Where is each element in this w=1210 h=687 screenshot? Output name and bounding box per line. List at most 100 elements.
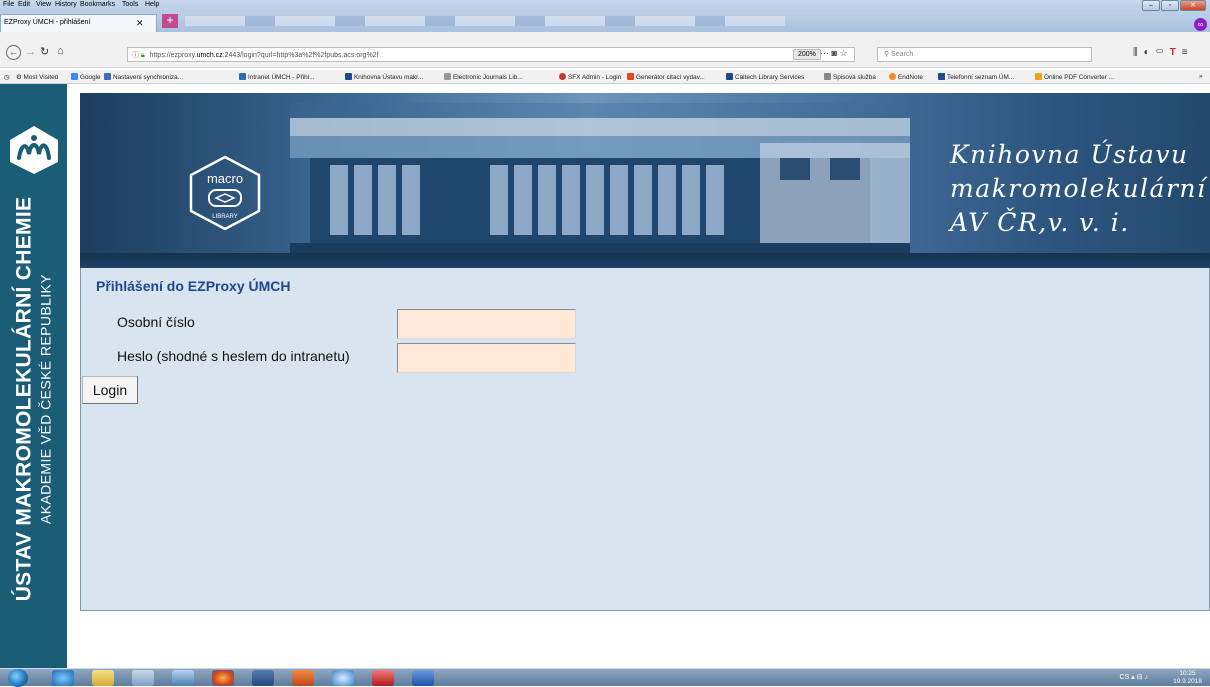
page-actions: ··· ◙ ☆ <box>820 48 848 59</box>
institute-sidebar: ÚSTAV MAKROMOLEKULÁRNÍ CHEMIE AKADEMIE V… <box>0 84 67 668</box>
library-icon[interactable]: ⫼ <box>1133 47 1144 58</box>
institute-name-line2: AKADEMIE VĚD ČESKÉ REPUBLIKY <box>37 273 54 525</box>
macro-library-logo: macro LIBRARY <box>189 155 261 231</box>
word-icon[interactable] <box>412 670 434 686</box>
url-prefix: https://ezproxy. <box>149 52 197 59</box>
reload-icon[interactable]: ↻ <box>40 45 49 58</box>
background-tabs <box>185 16 785 26</box>
paint-icon[interactable] <box>172 670 194 686</box>
ghostery-icon[interactable]: ◐ <box>1144 47 1156 58</box>
bookmark-nastaveni[interactable]: Nastavení synchroniza... <box>104 73 183 81</box>
banner-bottom-strip <box>80 253 1210 268</box>
bookmark-endnote[interactable]: EndNote <box>889 73 923 81</box>
extension-icon[interactable]: ∞ <box>1194 18 1207 31</box>
history-icon[interactable]: ◷ <box>4 73 10 81</box>
clock-time: 10:25 <box>1179 670 1196 677</box>
forward-arrow-icon[interactable]: → <box>25 46 36 58</box>
lock-icon: 🔒︎ <box>140 52 145 59</box>
institute-name-line1: ÚSTAV MAKROMOLEKULÁRNÍ CHEMIE <box>12 196 36 602</box>
library-title: Knihovna Ústavu makromolekulární ch AV Č… <box>950 138 1210 240</box>
bookmark-google[interactable]: Google <box>71 73 101 81</box>
library-banner: macro LIBRARY Knihovna Ústavu makromolek… <box>80 93 1210 268</box>
menu-bookmarks[interactable]: Bookmarks <box>80 1 115 8</box>
bookmark-caltech[interactable]: Caltech Library Services <box>726 73 804 81</box>
ie-icon[interactable] <box>52 670 74 686</box>
menu-bar: File Edit View History Bookmarks Tools H… <box>0 0 1210 12</box>
close-window-button[interactable]: ✕ <box>1180 0 1206 11</box>
window-controls: – ▫ ✕ <box>1142 0 1206 11</box>
chrome-like-icon[interactable] <box>332 670 354 686</box>
password-label: Heslo (shodné s heslem do intranetu) <box>117 348 350 364</box>
minimize-button[interactable]: – <box>1142 0 1160 11</box>
bookmark-sfx-admin[interactable]: SFX Admin - Login <box>559 73 621 81</box>
start-button[interactable] <box>8 669 28 687</box>
library-title-line2: makromolekulární ch <box>950 174 1210 203</box>
url-rest: :2443/login?qurl=http%3a%2f%2fpubs.acs.o… <box>222 52 379 59</box>
app-icon[interactable] <box>132 670 154 686</box>
back-arrow-icon[interactable]: ← <box>6 45 21 60</box>
username-label: Osobní číslo <box>117 314 195 330</box>
clock-date: 19.9.2018 <box>1173 678 1202 685</box>
macro-logo-text: macro <box>207 171 243 186</box>
sidebar-icon[interactable]: ▭ <box>1156 47 1170 58</box>
search-placeholder: Search <box>891 51 914 58</box>
bookmark-spisova-sluzba[interactable]: Spisová služba <box>824 73 876 81</box>
tab-ezproxy[interactable]: EZProxy ÚMCH - přihlášení ✕ <box>0 14 157 32</box>
library-title-line1: Knihovna Ústavu <box>950 140 1189 169</box>
explorer-icon[interactable] <box>92 670 114 686</box>
system-tray: CS ▴ ⊟ ♪ <box>1120 673 1148 681</box>
menu-edit[interactable]: Edit <box>18 1 30 8</box>
maximize-button[interactable]: ▫ <box>1161 0 1179 11</box>
bookmark-generator-citaci[interactable]: Generátor citací vydav... <box>627 73 705 81</box>
menu-view[interactable]: View <box>36 1 51 8</box>
volume-icon[interactable]: ♪ <box>1145 674 1149 681</box>
zoom-indicator[interactable]: 200% <box>793 49 821 60</box>
username-input[interactable] <box>397 309 576 339</box>
menu-file[interactable]: File <box>3 1 14 8</box>
media-player-icon[interactable] <box>292 670 314 686</box>
bookmark-most-visited[interactable]: ⚙ Most Visited <box>16 73 58 81</box>
bookmarks-toolbar: ◷ ⚙ Most Visited Google Nastavení synchr… <box>0 70 1210 84</box>
tab-close-icon[interactable]: ✕ <box>136 18 144 29</box>
bookmark-intranet[interactable]: Intranet ÚMCH - Přihl... <box>239 73 314 81</box>
bookmark-pdf-converter[interactable]: Online PDF Converter ... <box>1035 73 1114 81</box>
hamburger-menu-icon[interactable]: ≡ <box>1182 47 1194 58</box>
bookmark-star-icon[interactable]: ☆ <box>839 48 847 58</box>
search-icon: ⚲ <box>884 51 890 58</box>
home-icon[interactable]: ⌂ <box>57 45 64 57</box>
clock[interactable]: 10:25 19.9.2018 <box>1173 670 1202 686</box>
search-input[interactable]: ⚲ Search <box>877 47 1092 62</box>
firefox-icon[interactable] <box>212 670 234 686</box>
bookmarks-overflow-icon[interactable]: » <box>1199 73 1203 80</box>
toolbar-icons: ⫼◐▭T≡ <box>1133 47 1194 58</box>
tab-bar: EZProxy ÚMCH - přihlášení ✕ + ∞ <box>0 12 1210 32</box>
institute-name: ÚSTAV MAKROMOLEKULÁRNÍ CHEMIE AKADEMIE V… <box>13 169 54 629</box>
library-building-image <box>290 103 910 263</box>
extension-t-icon[interactable]: T <box>1170 47 1182 58</box>
menu-help[interactable]: Help <box>145 1 159 8</box>
more-actions-icon[interactable]: ··· <box>820 48 829 58</box>
snipping-tool-icon[interactable] <box>372 670 394 686</box>
library-title-line3: AV ČR,v. v. i. <box>950 208 1130 237</box>
menu-tools[interactable]: Tools <box>122 1 138 8</box>
password-input[interactable] <box>397 343 576 373</box>
url-bar[interactable]: ⓘ 🔒︎ https://ezproxy.umch.cz:2443/login?… <box>127 47 855 62</box>
login-button[interactable]: Login <box>82 376 138 404</box>
pocket-icon[interactable]: ◙ <box>832 48 837 58</box>
bookmark-telefonni-seznam[interactable]: Telefonní seznam ÚM... <box>938 73 1014 81</box>
taskbar: CS ▴ ⊟ ♪ 10:25 19.9.2018 <box>0 668 1210 687</box>
url-domain: umch.cz <box>196 52 223 59</box>
tray-arrow-icon[interactable]: ▴ <box>1131 674 1135 681</box>
bookmark-knihovna[interactable]: Knihovna Ústavu makr... <box>345 73 423 81</box>
tab-title: EZProxy ÚMCH - přihlášení <box>4 19 91 26</box>
dictation-icon[interactable] <box>252 670 274 686</box>
language-indicator[interactable]: CS <box>1120 674 1130 681</box>
bookmark-ejournals[interactable]: Electronic Journals Lib... <box>444 73 523 81</box>
macro-logo-library-text: LIBRARY <box>212 214 238 220</box>
network-icon[interactable]: ⊟ <box>1137 674 1143 681</box>
menu-history[interactable]: History <box>55 1 77 8</box>
login-panel: Přihlášení do EZProxy ÚMCH Osobní číslo … <box>80 268 1210 611</box>
login-title: Přihlášení do EZProxy ÚMCH <box>96 278 291 294</box>
new-tab-button[interactable]: + <box>162 14 178 28</box>
info-icon[interactable]: ⓘ <box>132 52 139 59</box>
